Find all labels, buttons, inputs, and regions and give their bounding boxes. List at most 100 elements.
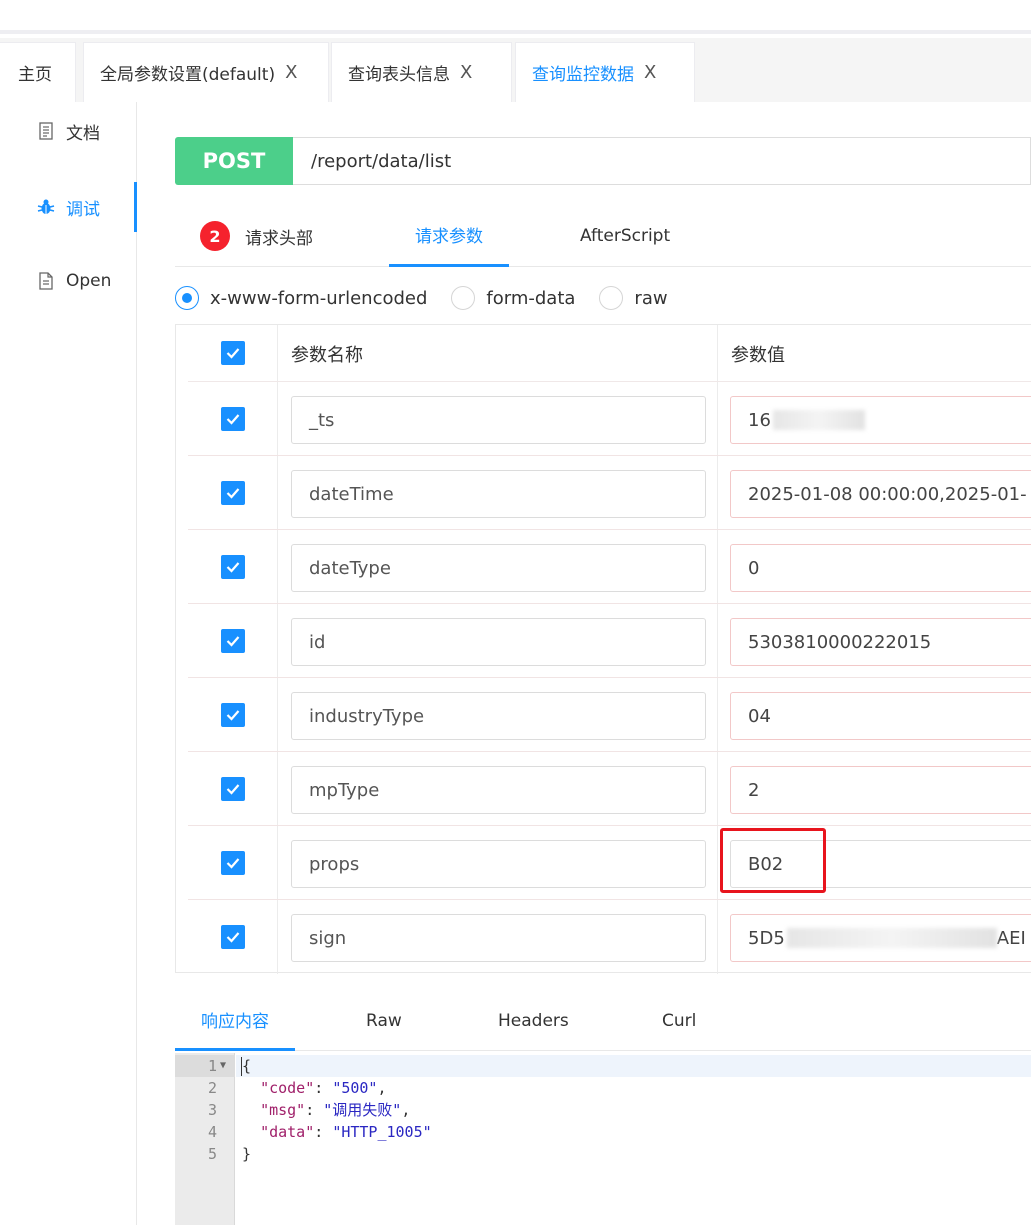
row-checkbox[interactable] <box>220 480 245 505</box>
json-key: "code" <box>260 1079 315 1097</box>
highlight-annotation-box <box>720 828 826 893</box>
count-badge: 2 <box>200 221 230 251</box>
radio-form-data[interactable]: form-data <box>451 286 575 310</box>
tab-query-monitor-data[interactable]: 查询监控数据 X <box>515 42 695 102</box>
param-name-input[interactable]: industryType <box>291 692 706 740</box>
code-line: "data": "HTTP_1005" <box>260 1123 432 1141</box>
row-checkbox[interactable] <box>220 925 245 949</box>
tab-response-content[interactable]: 响应内容 <box>175 990 295 1051</box>
json-key: "msg" <box>260 1101 306 1119</box>
row-checkbox[interactable] <box>220 406 245 431</box>
sidebar-item-label: Open <box>66 271 112 291</box>
sidebar-item-open[interactable]: Open <box>0 256 137 306</box>
radio-x-www-form-urlencoded[interactable]: x-www-form-urlencoded <box>175 286 427 310</box>
sidebar-item-docs[interactable]: 文档 <box>0 106 137 156</box>
column-header-name: 参数名称 <box>291 344 363 366</box>
top-bar <box>0 0 1031 34</box>
param-name-input[interactable]: id <box>291 618 706 666</box>
code-line: { <box>242 1057 252 1075</box>
close-icon[interactable]: X <box>285 62 297 83</box>
column-header-value: 参数值 <box>731 344 785 366</box>
row-checkbox[interactable] <box>220 776 245 801</box>
fold-toggle-icon[interactable]: ▼ <box>220 1055 226 1077</box>
radio-raw[interactable]: raw <box>599 286 668 310</box>
radio-checked-icon <box>175 286 199 310</box>
table-row: mpType 2 <box>188 752 1031 826</box>
param-value-input[interactable]: 16 <box>730 396 1031 444</box>
param-name-input[interactable]: dateTime <box>291 470 706 518</box>
param-value-input[interactable]: 5303810000222015 <box>730 618 1031 666</box>
table-row: dateType 0 <box>188 530 1031 604</box>
request-url-bar: POST /report/data/list <box>175 137 1031 185</box>
line-number-gutter: 1 ▼ 2 3 4 5 <box>175 1053 235 1225</box>
line-number: 3 <box>207 1101 217 1119</box>
sidebar-item-label: 文档 <box>66 123 100 144</box>
param-value-input[interactable]: 2025-01-08 00:00:00,2025-01- <box>730 470 1031 518</box>
tab-label: 请求头部 <box>245 228 313 249</box>
tab-request-params[interactable]: 请求参数 <box>389 205 509 267</box>
param-value-suffix: AEI <box>996 927 1026 949</box>
tab-response-headers[interactable]: Headers <box>498 990 569 1051</box>
table-row: industryType 04 <box>188 678 1031 752</box>
tab-label: 查询表头信息 <box>348 65 450 85</box>
tab-global-params[interactable]: 全局参数设置(default) X <box>83 42 329 102</box>
table-header-row: 参数名称 参数值 <box>188 325 1031 382</box>
tab-request-headers[interactable]: 2 请求头部 <box>200 205 313 267</box>
json-value: "调用失败" <box>323 1101 402 1119</box>
json-value: "500" <box>332 1079 378 1097</box>
line-number: 4 <box>207 1123 217 1141</box>
sidebar-item-debug[interactable]: 调试 <box>0 182 137 232</box>
row-checkbox[interactable] <box>220 702 245 727</box>
tab-afterscript[interactable]: AfterScript <box>580 205 670 267</box>
table-row: props B02 <box>188 826 1031 900</box>
request-tabs: 2 请求头部 请求参数 AfterScript <box>175 205 1031 267</box>
json-key: "data" <box>260 1123 315 1141</box>
tab-response-curl[interactable]: Curl <box>662 990 696 1051</box>
table-row: dateTime 2025-01-08 00:00:00,2025-01- <box>188 456 1031 530</box>
row-checkbox[interactable] <box>220 850 245 875</box>
tab-label: 全局参数设置(default) <box>100 65 276 85</box>
tab-label: 查询监控数据 <box>532 65 634 85</box>
line-number: 5 <box>207 1145 217 1163</box>
select-all-checkbox[interactable] <box>220 341 245 365</box>
row-checkbox[interactable] <box>220 628 245 653</box>
url-input[interactable]: /report/data/list <box>293 137 1031 185</box>
code-line: "msg": "调用失败", <box>260 1101 411 1119</box>
tabs-bar: 主页 全局参数设置(default) X 查询表头信息 X 查询监控数据 X <box>0 38 1031 102</box>
code-line: "code": "500", <box>260 1079 387 1097</box>
param-name-input[interactable]: dateType <box>291 544 706 592</box>
row-checkbox[interactable] <box>220 554 245 579</box>
table-row: sign 5D5 AEI <box>188 900 1031 974</box>
response-tabs: 响应内容 Raw Headers Curl <box>175 990 1031 1051</box>
radio-label: x-www-form-urlencoded <box>210 287 428 309</box>
close-icon[interactable]: X <box>644 62 656 83</box>
response-code-editor[interactable]: 1 ▼ 2 3 4 5 { "code": "500", "msg": "调用失… <box>175 1053 1031 1225</box>
param-name-input[interactable]: mpType <box>291 766 706 814</box>
tab-response-raw[interactable]: Raw <box>366 990 402 1051</box>
param-value-input[interactable]: 0 <box>730 544 1031 592</box>
json-value: "HTTP_1005" <box>332 1123 432 1141</box>
param-value-input[interactable]: 2 <box>730 766 1031 814</box>
line-number: 2 <box>207 1079 217 1097</box>
file-icon <box>36 271 56 291</box>
method-badge[interactable]: POST <box>175 137 293 185</box>
radio-unchecked-icon <box>451 286 476 310</box>
param-name-input[interactable]: _ts <box>291 396 706 444</box>
params-table: 参数名称 参数值 _ts 16 dateTime 2025-01-08 00:0… <box>175 324 1031 974</box>
sidebar: 文档 调试 Open <box>0 102 137 1225</box>
close-icon[interactable]: X <box>460 62 472 83</box>
param-value-text: 16 <box>748 409 771 431</box>
radio-unchecked-icon <box>599 286 624 310</box>
table-row: _ts 16 <box>188 382 1031 456</box>
radio-label: raw <box>634 287 668 309</box>
redacted-blur <box>786 928 997 948</box>
param-value-input[interactable]: 04 <box>730 692 1031 740</box>
code-line: } <box>242 1145 252 1163</box>
table-row: id 5303810000222015 <box>188 604 1031 678</box>
param-value-input[interactable]: 5D5 AEI <box>730 914 1031 962</box>
tab-query-header-info[interactable]: 查询表头信息 X <box>331 42 512 102</box>
param-name-input[interactable]: props <box>291 840 706 888</box>
active-line-highlight <box>236 1055 1031 1077</box>
tab-home[interactable]: 主页 <box>0 42 76 102</box>
param-name-input[interactable]: sign <box>291 914 706 962</box>
